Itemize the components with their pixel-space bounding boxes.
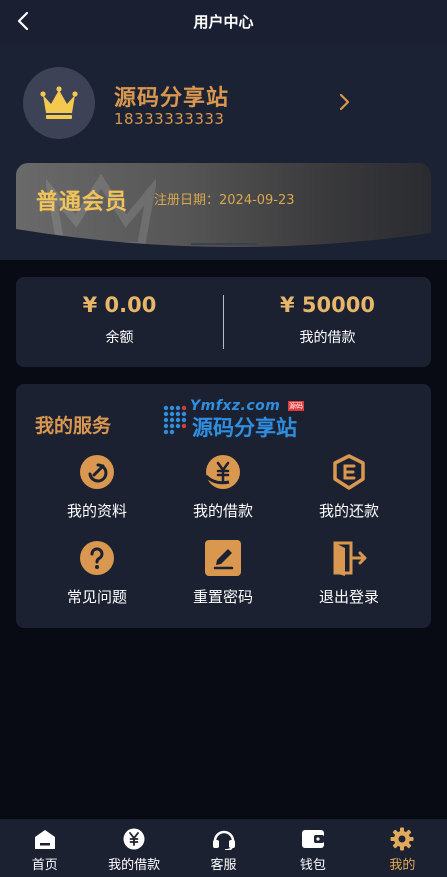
service-label: 退出登录 (318, 588, 379, 606)
logout-icon (333, 541, 367, 576)
service-label: 常见问题 (66, 588, 127, 606)
profile-detail-button[interactable] (332, 90, 356, 114)
user-center-page: 用户中心 源码分享站 18333333333 普通会员 注册日期：2024-09… (0, 0, 447, 877)
avatar[interactable] (23, 67, 95, 139)
member-card: 普通会员 注册日期：2024-09-23 (16, 163, 431, 247)
service-label: 我的资料 (66, 502, 127, 520)
services-title: 我的服务 (35, 415, 112, 437)
nav-item-mine[interactable]: 我的 (358, 819, 447, 877)
register-date-value: 2024-09-23 (219, 193, 295, 208)
crown-icon (40, 86, 78, 119)
service-label: 重置密码 (192, 588, 253, 606)
register-date: 注册日期：2024-09-23 (154, 189, 295, 208)
nav-label: 客服 (210, 858, 237, 873)
service-label: 我的还款 (318, 502, 379, 520)
site-logo: Ymfxz.com 源码 源码分享站 (160, 398, 310, 440)
nav-label: 首页 (31, 858, 58, 873)
user-phone: 18333333333 (114, 110, 225, 128)
loan-item[interactable]: ¥ 50000 我的借款 (224, 277, 431, 367)
wallet-icon (301, 830, 324, 848)
service-faq[interactable]: 常见问题 (28, 540, 166, 610)
balance-label: 余额 (105, 330, 134, 346)
loan-amount: ¥ 50000 (280, 293, 375, 317)
logo-dots-icon (163, 405, 187, 435)
service-my-profile[interactable]: 我的资料 (28, 454, 166, 524)
gear-icon (390, 827, 414, 851)
balance-card: ¥ 0.00 余额 ¥ 50000 我的借款 (16, 277, 431, 367)
nav-item-wallet[interactable]: 钱包 (268, 819, 357, 877)
register-date-label: 注册日期： (154, 193, 220, 208)
loan-label: 我的借款 (299, 330, 356, 346)
services-panel: 我的服务 Ymfxz.com 源码 源码分享站 我的资料 我的借款 我的还款 常… (16, 384, 431, 628)
service-my-repayment[interactable]: 我的还款 (280, 454, 418, 524)
bottom-nav: 首页 我的借款 客服 钱包 我的 (0, 819, 447, 877)
logo-tag: 源码 (288, 401, 304, 411)
nav-item-customer-service[interactable]: 客服 (179, 819, 268, 877)
yen-circle-icon (123, 828, 145, 850)
nav-label: 我的借款 (108, 858, 161, 873)
nav-label: 我的 (389, 858, 416, 873)
card-divider (191, 243, 257, 245)
balance-item[interactable]: ¥ 0.00 余额 (16, 277, 223, 367)
back-button[interactable] (8, 6, 38, 36)
yen-loan-icon (205, 455, 240, 489)
home-icon (34, 830, 55, 849)
headset-icon (212, 830, 235, 850)
top-bar: 用户中心 (0, 0, 447, 42)
nav-item-my-loan[interactable]: 我的借款 (89, 819, 178, 877)
profile-edit-icon (80, 455, 114, 489)
page-title: 用户中心 (193, 12, 254, 31)
chevron-right-icon (339, 93, 350, 111)
service-my-loan[interactable]: 我的借款 (154, 454, 292, 524)
logo-text: 源码分享站 (192, 416, 297, 440)
member-level: 普通会员 (36, 190, 129, 215)
service-reset-password[interactable]: 重置密码 (154, 540, 292, 610)
question-icon (80, 541, 114, 575)
pencil-edit-icon (205, 540, 241, 576)
chevron-left-icon (17, 11, 29, 31)
service-label: 我的借款 (192, 502, 253, 520)
repay-shield-icon (333, 454, 365, 490)
profile-section: 源码分享站 18333333333 普通会员 注册日期：2024-09-23 (0, 42, 447, 260)
user-name: 源码分享站 (114, 86, 230, 111)
nav-label: 钱包 (299, 858, 326, 873)
balance-amount: ¥ 0.00 (82, 293, 157, 317)
service-logout[interactable]: 退出登录 (280, 540, 418, 610)
nav-item-home[interactable]: 首页 (0, 819, 89, 877)
